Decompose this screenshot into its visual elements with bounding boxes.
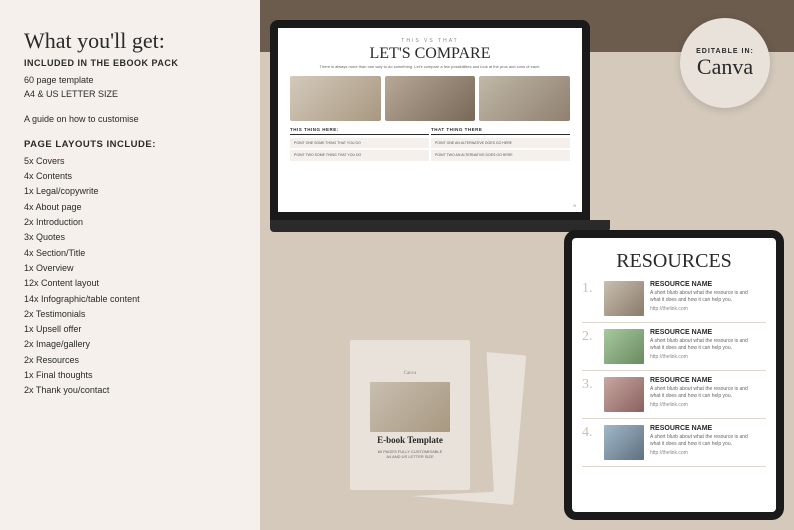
- resource-desc-1: A short blurb about what the resource is…: [650, 290, 752, 304]
- compare-image-3: [479, 76, 570, 121]
- layout-list: 5x Covers 4x Contents 1x Legal/copywrite…: [24, 154, 236, 399]
- resource-desc-4: A short blurb about what the resource is…: [650, 434, 752, 448]
- ebook-stack: Canva E-book Template 60 PAGES FULLY CUS…: [340, 340, 540, 500]
- resource-img-2: [604, 329, 644, 364]
- list-item: 1x Upsell offer: [24, 322, 236, 337]
- resource-row-1: 1. RESOURCE NAME A short blurb about wha…: [582, 281, 766, 323]
- compare-image-2: [385, 76, 476, 121]
- list-item: 2x Thank you/contact: [24, 383, 236, 398]
- compare-col-2-item-1: POINT ONE AN ALTERNATIVE DOES GO HERE: [431, 138, 570, 149]
- resource-name-2: RESOURCE NAME: [650, 329, 752, 336]
- resource-num-2: 2.: [582, 329, 598, 345]
- headline: What you'll get:: [24, 28, 236, 54]
- resource-link-2: http://thelink.com: [650, 354, 752, 360]
- resource-desc-3: A short blurb about what the resource is…: [650, 386, 752, 400]
- compare-subtitle: THIS VS THAT: [290, 38, 570, 44]
- list-item: 4x Contents: [24, 169, 236, 184]
- included-label: Included in THE EBOOK PACK: [24, 58, 236, 68]
- list-item: 4x Section/Title: [24, 246, 236, 261]
- list-item: 14x Infographic/table content: [24, 292, 236, 307]
- resource-num-1: 1.: [582, 281, 598, 297]
- guide-text: A guide on how to customise: [24, 113, 236, 127]
- resource-name-4: RESOURCE NAME: [650, 425, 752, 432]
- resource-info-4: RESOURCE NAME A short blurb about what t…: [650, 425, 752, 456]
- list-item: 1x Final thoughts: [24, 368, 236, 383]
- size-info: A4 & US LETTER SIZE: [24, 88, 236, 102]
- list-item: 2x Introduction: [24, 215, 236, 230]
- compare-images: [290, 76, 570, 121]
- resource-row-4: 4. RESOURCE NAME A short blurb about wha…: [582, 425, 766, 467]
- compare-col-1-header: THIS THING HERE:: [290, 127, 429, 135]
- resource-name-3: RESOURCE NAME: [650, 377, 752, 384]
- laptop-screen-outer: THIS VS THAT LET'S COMPARE There is alwa…: [270, 20, 590, 220]
- list-item: 1x Legal/copywrite: [24, 184, 236, 199]
- list-item: 2x Image/gallery: [24, 337, 236, 352]
- tablet-screen: RESOURCES 1. RESOURCE NAME A short blurb…: [572, 238, 776, 512]
- compare-col-2-item-2: POINT TWO AN ALTERNATIVE DOES GO HERE: [431, 150, 570, 161]
- compare-col-2-header: THAT THING THERE: [431, 127, 570, 135]
- left-panel: What you'll get: Included in THE EBOOK P…: [0, 0, 260, 530]
- resources-page: RESOURCES 1. RESOURCE NAME A short blurb…: [572, 238, 776, 485]
- list-item: 2x Testimonials: [24, 307, 236, 322]
- tablet-mockup: RESOURCES 1. RESOURCE NAME A short blurb…: [564, 230, 794, 530]
- laptop-mockup: THIS VS THAT LET'S COMPARE There is alwa…: [270, 20, 610, 250]
- laptop-base: [270, 220, 610, 232]
- ebook-cover-image: [370, 382, 450, 432]
- resource-name-1: RESOURCE NAME: [650, 281, 752, 288]
- resource-link-4: http://thelink.com: [650, 450, 752, 456]
- resource-row-2: 2. RESOURCE NAME A short blurb about wha…: [582, 329, 766, 371]
- compare-cols: THIS THING HERE: POINT ONE SOME THING TH…: [290, 127, 570, 163]
- resource-img-4: [604, 425, 644, 460]
- compare-col-2: THAT THING THERE POINT ONE AN ALTERNATIV…: [431, 127, 570, 163]
- page-number: /5: [573, 203, 576, 208]
- resource-num-3: 3.: [582, 377, 598, 393]
- list-item: 3x Quotes: [24, 230, 236, 245]
- list-item: 4x About page: [24, 200, 236, 215]
- list-item: 1x Overview: [24, 261, 236, 276]
- main-container: What you'll get: Included in THE EBOOK P…: [0, 0, 794, 530]
- resource-row-3: 3. RESOURCE NAME A short blurb about wha…: [582, 377, 766, 419]
- compare-col-1-item-1: POINT ONE SOME THING THAT YOU DO: [290, 138, 429, 149]
- ebook-label: Canva: [404, 371, 417, 376]
- resource-info-1: RESOURCE NAME A short blurb about what t…: [650, 281, 752, 312]
- tablet-outer: RESOURCES 1. RESOURCE NAME A short blurb…: [564, 230, 784, 520]
- compare-page: THIS VS THAT LET'S COMPARE There is alwa…: [278, 28, 582, 212]
- resource-info-2: RESOURCE NAME A short blurb about what t…: [650, 329, 752, 360]
- ebook-title: E-book Template: [377, 436, 443, 446]
- resource-img-3: [604, 377, 644, 412]
- page-count: 60 page template: [24, 74, 236, 88]
- ebook-size: A4 AND US LETTER SIZE: [386, 454, 433, 459]
- ebook-cover-front: Canva E-book Template 60 PAGES FULLY CUS…: [350, 340, 470, 490]
- resource-img-1: [604, 281, 644, 316]
- right-panel: EDITABLE IN: Canva THIS VS THAT LET'S CO…: [260, 0, 794, 530]
- list-item: 2x Resources: [24, 353, 236, 368]
- canva-badge-main: Canva: [697, 56, 753, 78]
- resource-desc-2: A short blurb about what the resource is…: [650, 338, 752, 352]
- compare-col-1: THIS THING HERE: POINT ONE SOME THING TH…: [290, 127, 429, 163]
- resource-info-3: RESOURCE NAME A short blurb about what t…: [650, 377, 752, 408]
- canva-badge: EDITABLE IN: Canva: [680, 18, 770, 108]
- resource-link-3: http://thelink.com: [650, 402, 752, 408]
- list-item: 5x Covers: [24, 154, 236, 169]
- compare-col-1-item-2: POINT TWO SOME THING THAT YOU DO: [290, 150, 429, 161]
- laptop-screen: THIS VS THAT LET'S COMPARE There is alwa…: [278, 28, 582, 212]
- resource-link-1: http://thelink.com: [650, 306, 752, 312]
- list-item: 12x Content layout: [24, 276, 236, 291]
- compare-image-1: [290, 76, 381, 121]
- compare-body: There is always more than one way to do …: [290, 64, 570, 70]
- resource-num-4: 4.: [582, 425, 598, 441]
- compare-title: LET'S COMPARE: [290, 46, 570, 62]
- layouts-title: PAGE LAYOUTS INCLUDE:: [24, 139, 236, 150]
- resources-title: RESOURCES: [582, 250, 766, 273]
